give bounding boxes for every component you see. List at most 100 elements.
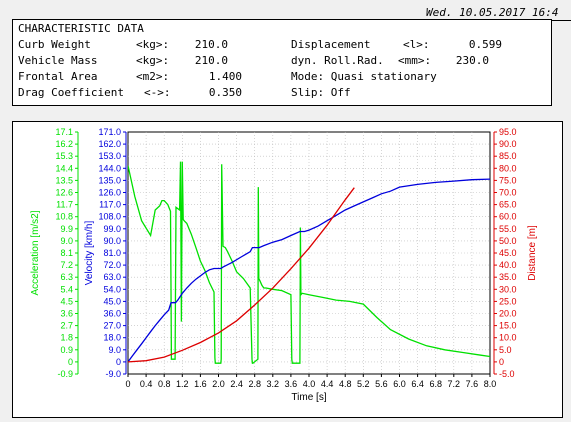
frontal-area-value: 1.400 bbox=[208, 70, 242, 83]
frontal-area-label: Frontal Area bbox=[18, 70, 98, 83]
acc-tick-label: 1.8 bbox=[60, 333, 73, 343]
x-tick-label: 0.8 bbox=[158, 379, 171, 389]
slip-label: Slip: Off bbox=[291, 86, 351, 99]
dist-tick-label: 25.0 bbox=[499, 296, 517, 306]
vel-tick-label: 27.0 bbox=[103, 321, 121, 331]
chart-frame: 0 0.4 0.8 1.2 1.6 2.0 2.4 2.8 3.2 3.6 4.0 4.4 4.8 5.2… bbox=[12, 121, 563, 418]
performance-chart: 0 0.4 0.8 1.2 1.6 2.0 2.4 2.8 3.2 3.6 4.0 4.4 4.8 5.2… bbox=[30, 127, 538, 403]
drag-coefficient-label: Drag Coefficient bbox=[18, 86, 124, 99]
curb-weight-label: Curb Weight bbox=[18, 38, 91, 51]
dist-axis-title: Distance [m] bbox=[527, 225, 538, 281]
x-tick-label: 0 bbox=[125, 379, 130, 389]
drag-coefficient-value: 0.350 bbox=[208, 86, 242, 99]
acc-tick-label: 11.7 bbox=[56, 200, 73, 210]
vel-axis-title: Velocity [km/h] bbox=[84, 221, 95, 286]
x-tick-label: 8.0 bbox=[484, 379, 497, 389]
dist-tick-label: 50.0 bbox=[499, 236, 517, 246]
acc-tick-label: 9.0 bbox=[60, 236, 73, 246]
dist-tick-label: 80.0 bbox=[499, 163, 517, 173]
acc-tick-label: 16.2 bbox=[55, 139, 73, 149]
vehicle-mass-label: Vehicle Mass bbox=[18, 54, 98, 67]
acc-tick-label: 9.9 bbox=[60, 224, 73, 234]
dist-tick-label: 0 bbox=[499, 357, 504, 367]
vel-tick-label: 72.0 bbox=[103, 260, 121, 270]
acc-tick-label: 3.6 bbox=[60, 309, 73, 319]
curb-weight-value: 210.0 bbox=[194, 38, 228, 51]
report-datetime: Wed. 10.05.2017 16:4 bbox=[426, 6, 559, 19]
x-tick-label: 2.0 bbox=[212, 379, 225, 389]
vel-tick-label: 36.0 bbox=[103, 309, 121, 319]
acc-tick-label: 17.1 bbox=[55, 127, 73, 137]
displacement-label: Displacement bbox=[291, 38, 371, 51]
curb-weight-unit: <kg>: bbox=[136, 38, 170, 51]
acc-axis-title: Acceleration [m/s2] bbox=[30, 210, 41, 295]
x-tick-label: 5.2 bbox=[357, 379, 370, 389]
displacement-value: 0.599 bbox=[468, 38, 502, 51]
x-tick-label: 1.6 bbox=[194, 379, 207, 389]
dist-tick-label: 15.0 bbox=[499, 321, 517, 331]
x-tick-label: 5.6 bbox=[375, 379, 388, 389]
x-tick-label: 0.4 bbox=[140, 379, 153, 389]
displacement-unit: <l>: bbox=[403, 38, 430, 51]
dist-tick-label: 10.0 bbox=[499, 333, 517, 343]
acc-tick-label: 14.4 bbox=[55, 163, 73, 173]
vel-tick-label: 171.0 bbox=[98, 127, 121, 137]
vel-tick-label: 162.0 bbox=[98, 139, 121, 149]
vel-tick-label: 63.0 bbox=[103, 272, 121, 282]
acc-tick-label: 8.1 bbox=[60, 248, 73, 258]
x-tick-label: 3.2 bbox=[267, 379, 280, 389]
dist-tick-label: 35.0 bbox=[499, 272, 517, 282]
vel-tick-label: 54.0 bbox=[103, 284, 121, 294]
vel-tick-label: 135.0 bbox=[98, 175, 121, 185]
dist-tick-label: 5.0 bbox=[499, 345, 512, 355]
x-tick-label: 4.0 bbox=[303, 379, 316, 389]
acc-tick-label: 13.5 bbox=[55, 175, 73, 185]
vel-tick-label: 18.0 bbox=[103, 333, 121, 343]
acc-tick-label: 0.9 bbox=[60, 345, 73, 355]
vel-tick-label: 90.0 bbox=[103, 236, 121, 246]
vehicle-mass-value: 210.0 bbox=[194, 54, 228, 67]
dist-tick-label: 45.0 bbox=[499, 248, 517, 258]
acc-tick-label: 5.4 bbox=[60, 284, 73, 294]
acc-tick-label: 0 bbox=[68, 357, 73, 367]
roll-radius-unit: <mm>: bbox=[398, 54, 432, 67]
panel-title: CHARACTERISTIC DATA bbox=[18, 22, 144, 35]
vehicle-mass-unit: <kg>: bbox=[136, 54, 170, 67]
acc-tick-label: 12.6 bbox=[55, 188, 73, 198]
vel-tick-label: 9.0 bbox=[108, 345, 121, 355]
dist-tick-label: -5.0 bbox=[499, 369, 515, 379]
dist-tick-label: 55.0 bbox=[499, 224, 517, 234]
acc-tick-label: 10.8 bbox=[55, 212, 73, 222]
dist-tick-label: 60.0 bbox=[499, 212, 517, 222]
x-tick-label: 6.4 bbox=[411, 379, 424, 389]
mode-label: Mode: Quasi stationary bbox=[291, 70, 437, 83]
drag-coefficient-unit: <->: bbox=[144, 86, 171, 99]
vel-tick-label: 0 bbox=[116, 357, 121, 367]
vel-tick-label: 99.0 bbox=[103, 224, 121, 234]
dist-tick-label: 65.0 bbox=[499, 200, 517, 210]
acc-tick-label: -0.9 bbox=[57, 369, 73, 379]
dist-tick-label: 90.0 bbox=[499, 139, 517, 149]
x-tick-label: 4.4 bbox=[321, 379, 334, 389]
vel-tick-label: 45.0 bbox=[103, 296, 121, 306]
acc-tick-label: 4.5 bbox=[60, 296, 73, 306]
dist-tick-label: 70.0 bbox=[499, 188, 517, 198]
x-tick-label: 6.8 bbox=[429, 379, 442, 389]
x-tick-label: 6.0 bbox=[393, 379, 406, 389]
x-tick-label: 4.8 bbox=[339, 379, 352, 389]
vel-tick-label: 126.0 bbox=[98, 188, 121, 198]
roll-radius-value: 230.0 bbox=[455, 54, 489, 67]
acc-tick-label: 2.7 bbox=[60, 321, 73, 331]
dist-tick-label: 95.0 bbox=[499, 127, 517, 137]
characteristic-data-panel: CHARACTERISTIC DATA Curb Weight <kg>: 21… bbox=[12, 19, 552, 106]
dist-tick-label: 40.0 bbox=[499, 260, 517, 270]
dist-tick-label: 30.0 bbox=[499, 284, 517, 294]
dist-tick-label: 20.0 bbox=[499, 309, 517, 319]
vel-tick-label: -9.0 bbox=[105, 369, 121, 379]
vel-tick-label: 144.0 bbox=[98, 163, 121, 173]
vel-tick-label: 81.0 bbox=[103, 248, 121, 258]
x-tick-label: 7.6 bbox=[466, 379, 479, 389]
frontal-area-unit: <m2>: bbox=[136, 70, 170, 83]
roll-radius-label: dyn. Roll.Rad. bbox=[291, 54, 384, 67]
x-tick-label: 2.8 bbox=[248, 379, 261, 389]
